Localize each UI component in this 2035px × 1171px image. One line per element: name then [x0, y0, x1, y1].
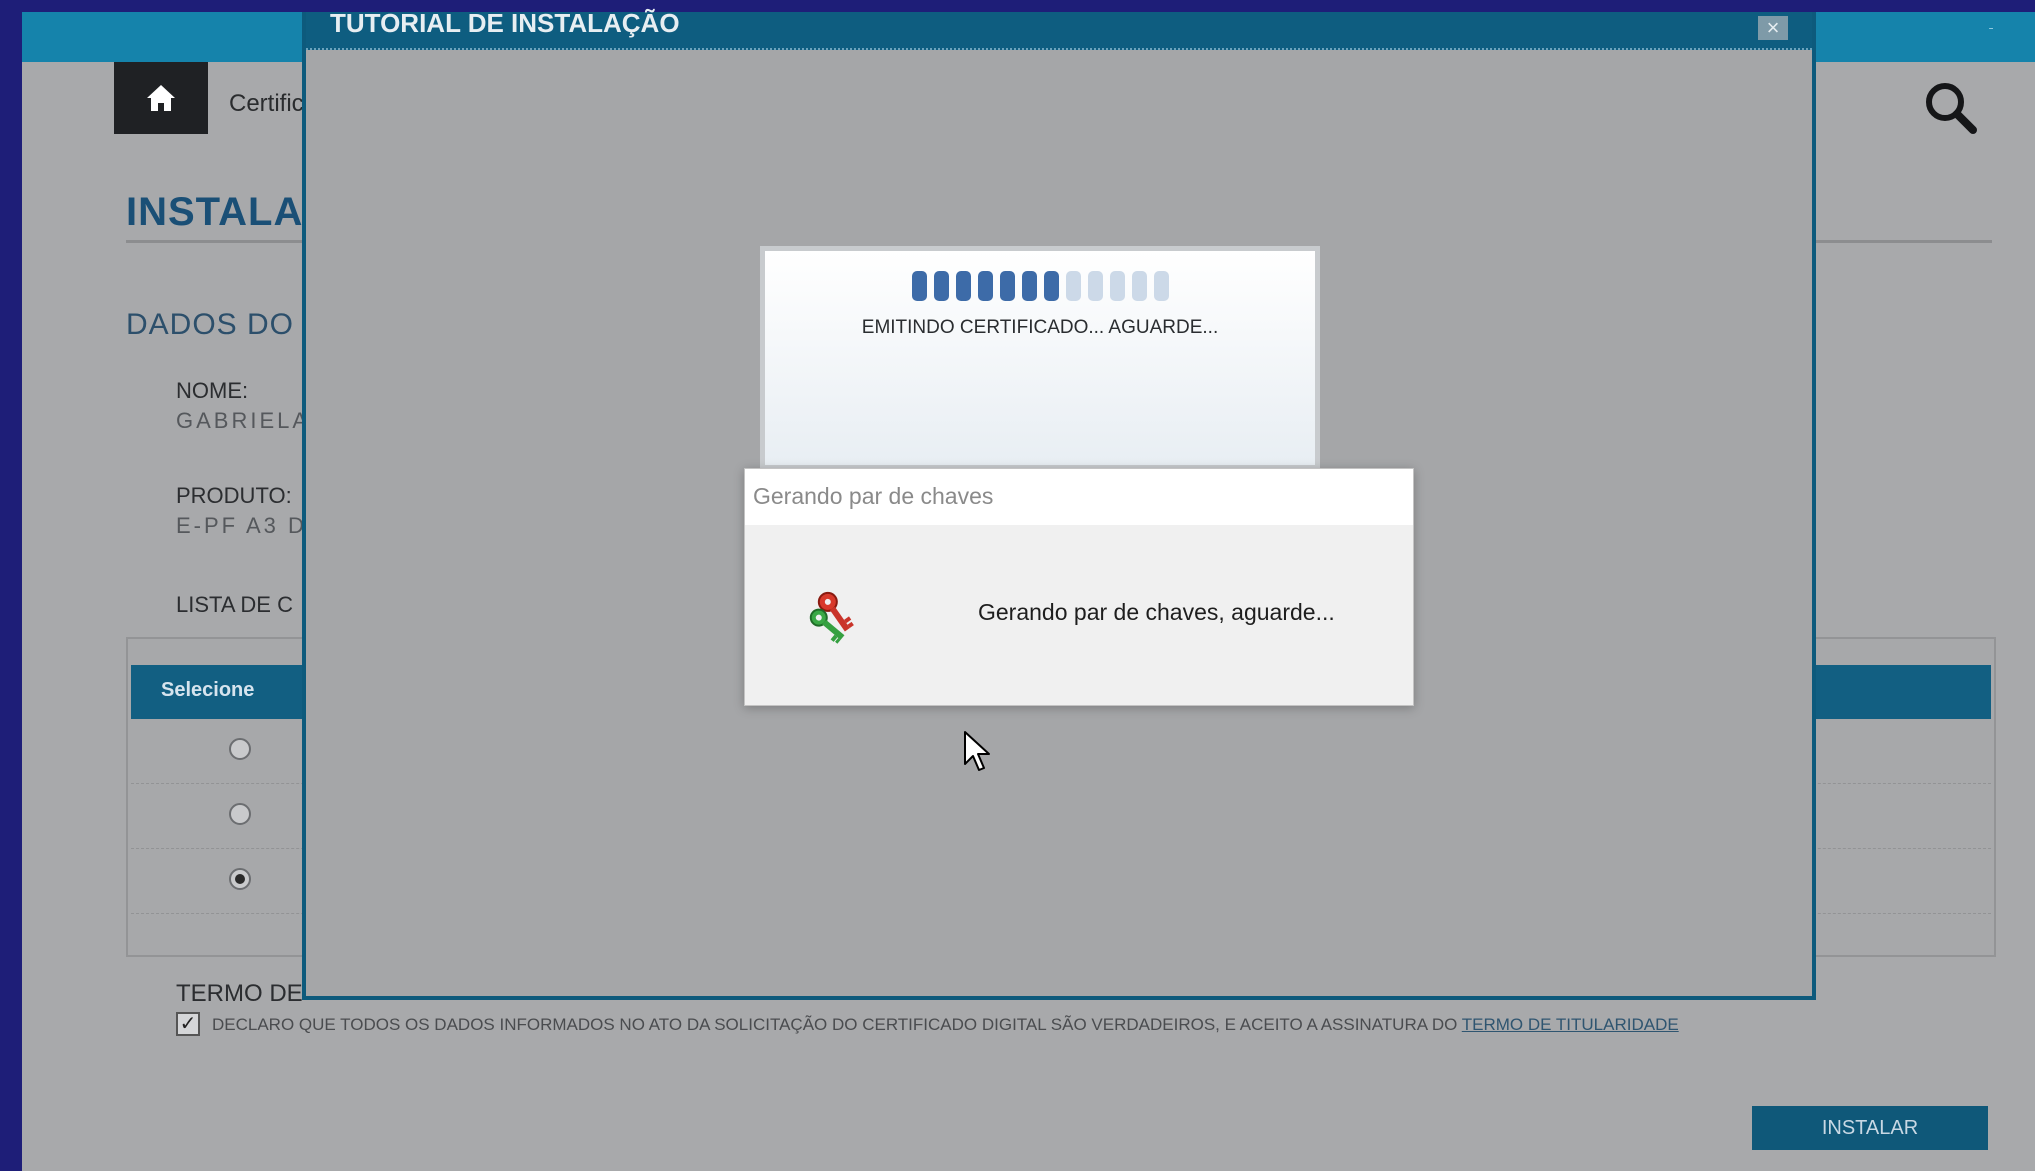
progress-segment-empty	[1132, 271, 1147, 301]
top-bar-link[interactable]	[1989, 14, 1993, 30]
progress-segment-empty	[1154, 271, 1169, 301]
name-value: GABRIELA	[176, 408, 311, 433]
product-label: PRODUTO:	[176, 483, 292, 508]
search-button[interactable]	[1923, 80, 1977, 139]
key-dialog-title: Gerando par de chaves	[753, 483, 994, 509]
keys-icon	[807, 585, 867, 650]
key-dialog-message: Gerando par de chaves, aguarde...	[978, 599, 1335, 625]
progress-segment-filled	[1000, 271, 1015, 301]
progress-segment-empty	[1066, 271, 1081, 301]
terms-label: TERMO DE	[176, 980, 303, 1007]
progress-segment-empty	[1088, 271, 1103, 301]
row-radio-selected[interactable]	[229, 868, 251, 890]
home-icon	[147, 85, 175, 111]
terms-text: DECLARO QUE TODOS OS DADOS INFORMADOS NO…	[212, 1015, 1462, 1034]
key-generation-dialog: Gerando par de chaves Gerando par de cha…	[744, 468, 1414, 706]
checkmark-icon: ✓	[179, 1013, 197, 1035]
progress-segment-empty	[1110, 271, 1125, 301]
terms-link[interactable]: TERMO DE TITULARIDADE	[1462, 1015, 1679, 1034]
progress-indicator	[912, 271, 1169, 301]
terms-checkbox[interactable]: ✓	[176, 1012, 200, 1036]
progress-segment-filled	[956, 271, 971, 301]
progress-text: EMITINDO CERTIFICADO... AGUARDE...	[861, 317, 1219, 338]
breadcrumb[interactable]: Certific	[229, 90, 304, 118]
progress-segment-filled	[1044, 271, 1059, 301]
search-icon	[1926, 83, 1977, 134]
close-icon[interactable]: ×	[1758, 16, 1788, 40]
table-header-select: Selecione	[161, 679, 255, 701]
section-title: DADOS DO	[126, 308, 295, 341]
home-button[interactable]	[114, 62, 208, 134]
page-title: INSTALA	[126, 190, 304, 234]
progress-segment-filled	[912, 271, 927, 301]
progress-panel: EMITINDO CERTIFICADO... AGUARDE...	[760, 246, 1320, 470]
product-value: E-PF A3 D	[176, 513, 307, 538]
row-radio[interactable]	[229, 738, 251, 760]
key-dialog-title-bar: Gerando par de chaves	[745, 469, 1413, 525]
progress-segment-filled	[934, 271, 949, 301]
progress-segment-filled	[1022, 271, 1037, 301]
terms-declaration: DECLARO QUE TODOS OS DADOS INFORMADOS NO…	[212, 1015, 1679, 1035]
cursor-icon	[963, 730, 993, 779]
progress-segment-filled	[978, 271, 993, 301]
row-radio[interactable]	[229, 803, 251, 825]
list-label: LISTA DE C	[176, 592, 293, 617]
modal-title-bar: TUTORIAL DE INSTALAÇÃO ×	[306, 8, 1812, 50]
install-button[interactable]: INSTALAR	[1752, 1106, 1988, 1150]
name-label: NOME:	[176, 378, 249, 403]
modal-title: TUTORIAL DE INSTALAÇÃO	[330, 8, 680, 38]
